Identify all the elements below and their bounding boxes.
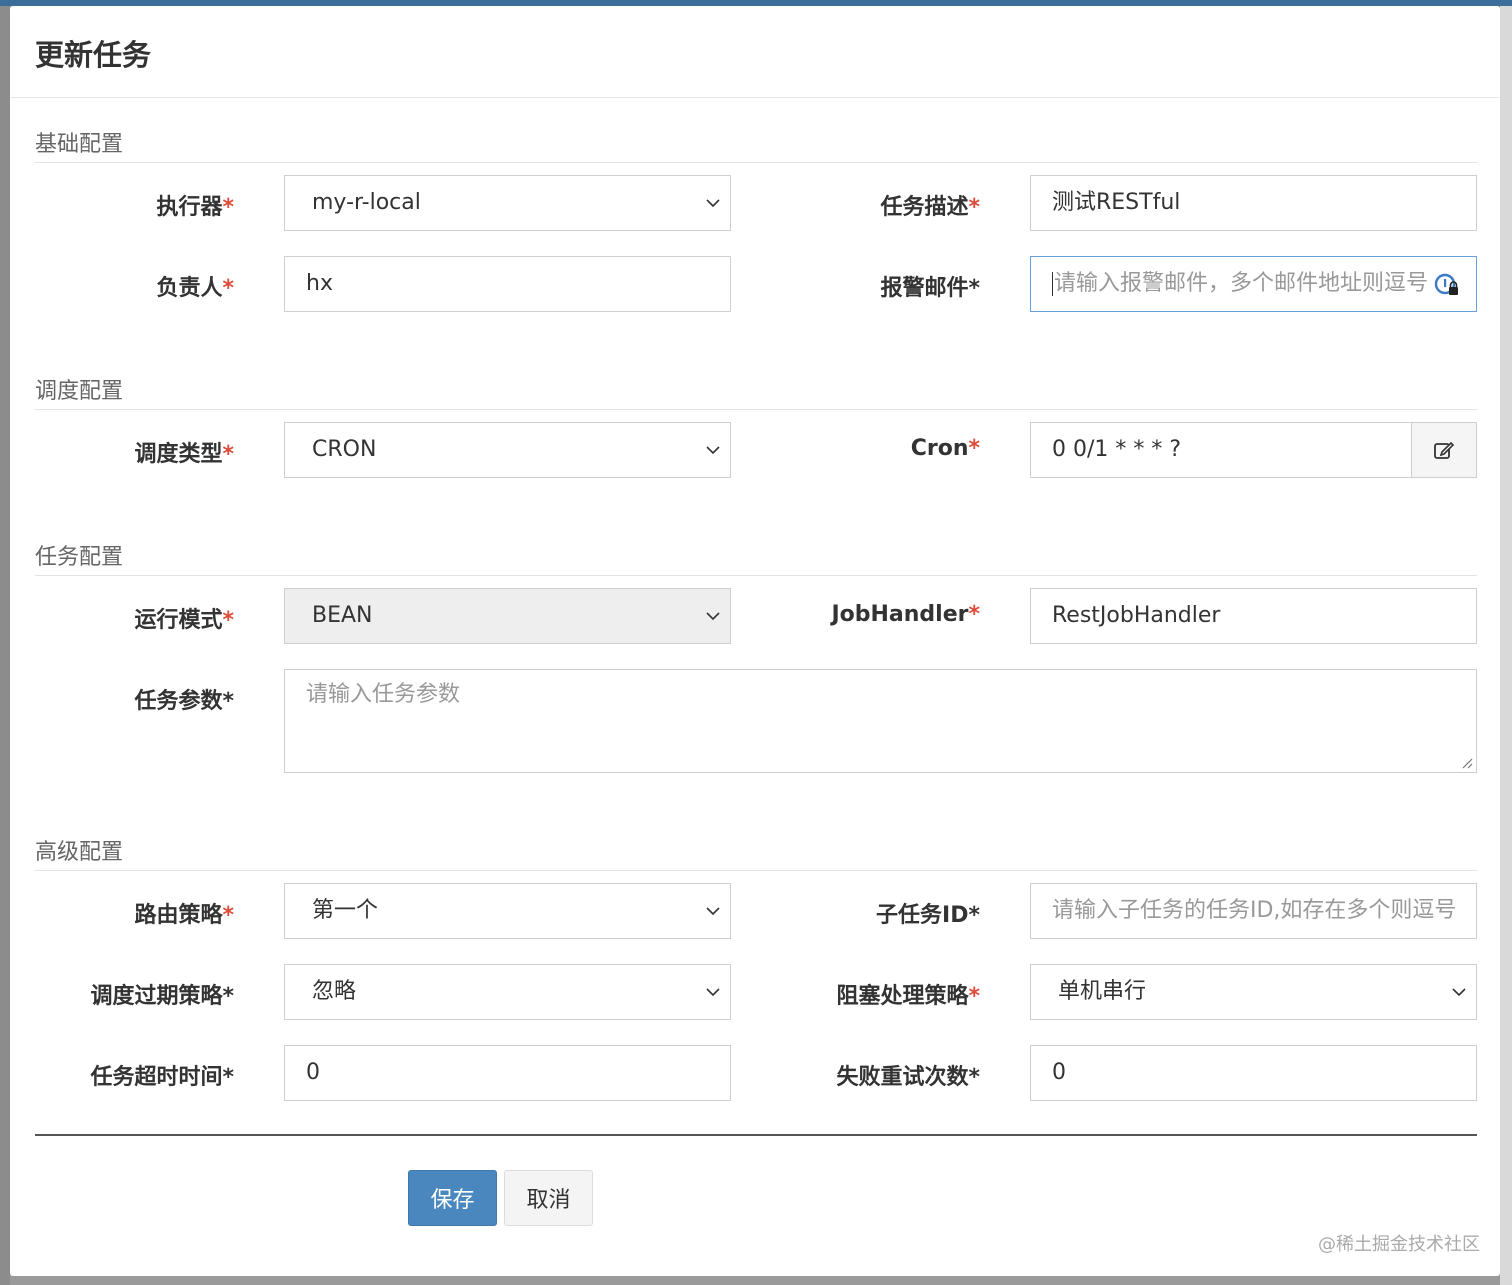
save-button[interactable]: 保存 <box>408 1170 497 1226</box>
misfire-strategy-select[interactable]: 忽略 <box>284 964 731 1020</box>
chevron-down-icon <box>706 988 720 997</box>
cron-edit-button[interactable] <box>1411 423 1476 477</box>
fail-retry-label: 失败重试次数* <box>836 1065 980 1090</box>
chevron-down-icon <box>706 446 720 455</box>
alarm-email-input[interactable]: 请输入报警邮件，多个邮件地址则逗号 <box>1030 256 1477 312</box>
section-advanced-title: 高级配置 <box>35 834 1477 871</box>
footer-divider <box>35 1134 1477 1136</box>
alarm-email-label: 报警邮件* <box>880 276 980 301</box>
cron-input[interactable]: 0 0/1 * * * ? <box>1052 437 1181 462</box>
author-label: 负责人* <box>156 276 234 301</box>
job-handler-label: JobHandler* <box>831 602 980 627</box>
child-job-id-label: 子任务ID* <box>876 903 980 928</box>
section-task-title: 任务配置 <box>35 539 1477 576</box>
update-job-dialog: 更新任务 基础配置 执行器* my-r-local 任务描述* 测试RESTfu… <box>10 6 1500 1276</box>
job-desc-input[interactable]: 测试RESTful <box>1030 175 1477 231</box>
watermark: @稀土掘金技术社区 <box>1318 1234 1480 1255</box>
schedule-type-label: 调度类型* <box>134 442 234 467</box>
route-strategy-label: 路由策略* <box>134 903 234 928</box>
glue-type-select[interactable]: BEAN <box>284 588 731 644</box>
child-job-id-input[interactable]: 请输入子任务的任务ID,如存在多个则逗号 <box>1030 883 1477 939</box>
author-input[interactable]: hx <box>284 256 731 312</box>
backdrop-right <box>1500 6 1512 1285</box>
job-handler-input[interactable]: RestJobHandler <box>1030 588 1477 644</box>
chevron-down-icon <box>706 612 720 621</box>
block-strategy-label: 阻塞处理策略* <box>836 984 980 1009</box>
job-param-label: 任务参数* <box>134 689 234 714</box>
schedule-type-select[interactable]: CRON <box>284 422 731 478</box>
dialog-header: 更新任务 <box>10 6 1500 98</box>
edit-icon <box>1434 441 1455 459</box>
route-strategy-select[interactable]: 第一个 <box>284 883 731 939</box>
backdrop-left <box>0 6 10 1285</box>
section-basic-title: 基础配置 <box>35 126 1477 163</box>
dialog-title: 更新任务 <box>35 38 152 72</box>
executor-label: 执行器* <box>156 195 234 220</box>
glue-type-label: 运行模式* <box>134 608 234 633</box>
misfire-strategy-label: 调度过期策略* <box>90 984 234 1009</box>
job-desc-label: 任务描述* <box>880 195 980 220</box>
timeout-input[interactable]: 0 <box>284 1045 731 1101</box>
job-param-textarea[interactable]: 请输入任务参数 <box>284 669 1477 773</box>
cancel-button[interactable]: 取消 <box>504 1170 593 1226</box>
timeout-label: 任务超时时间* <box>90 1065 234 1090</box>
password-manager-lock-icon[interactable] <box>1434 272 1460 298</box>
chevron-down-icon <box>1452 988 1466 997</box>
text-cursor <box>1052 272 1053 296</box>
executor-select[interactable]: my-r-local <box>284 175 731 231</box>
cron-input-group: 0 0/1 * * * ? <box>1030 422 1477 478</box>
chevron-down-icon <box>706 907 720 916</box>
section-schedule-title: 调度配置 <box>35 373 1477 410</box>
chevron-down-icon <box>706 199 720 208</box>
block-strategy-select[interactable]: 单机串行 <box>1030 964 1477 1020</box>
resize-handle-icon[interactable] <box>1461 757 1473 769</box>
cron-label: Cron* <box>910 436 980 461</box>
fail-retry-input[interactable]: 0 <box>1030 1045 1477 1101</box>
